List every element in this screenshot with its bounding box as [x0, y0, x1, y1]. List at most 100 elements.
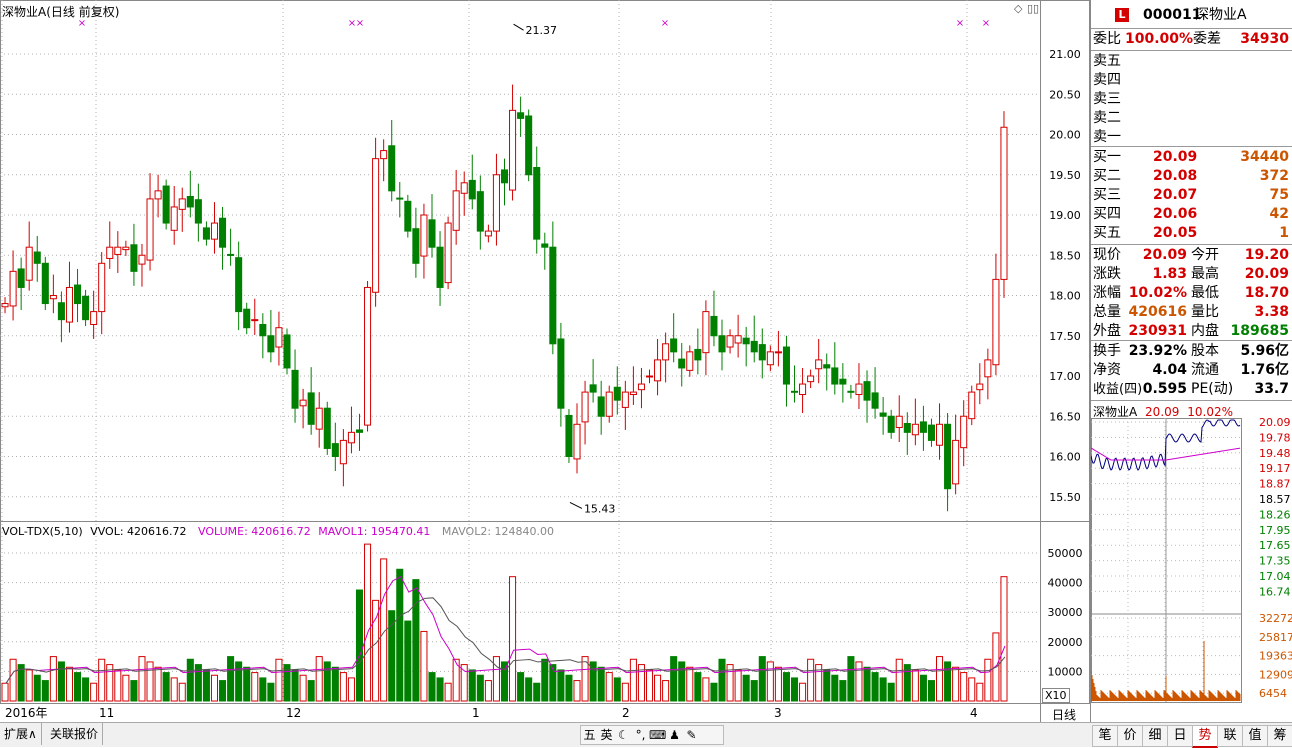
- buy-level-label: 买一: [1093, 149, 1121, 165]
- buy-level-label: 买三: [1093, 187, 1121, 203]
- stat-value: 20.09: [1142, 247, 1187, 263]
- price-tick-label: 17.00: [1049, 370, 1081, 383]
- ime-tool-icon[interactable]: ✎: [683, 726, 700, 744]
- finance-value: 33.7: [1254, 381, 1289, 397]
- event-marker-icon[interactable]: ×: [661, 18, 669, 29]
- volume-bar: [355, 589, 364, 702]
- sell-level-label: 卖五: [1093, 53, 1121, 69]
- candle-body: [468, 179, 476, 200]
- volume-bar: [82, 677, 90, 702]
- stat-value: 10.02%: [1128, 285, 1187, 301]
- buy-level-row[interactable]: 买二 20.08 372: [1091, 167, 1291, 186]
- volume-bar: [436, 677, 444, 702]
- volume-bar: [855, 661, 863, 702]
- ime-english-icon[interactable]: 英: [598, 726, 615, 744]
- candle-body: [887, 415, 895, 433]
- panel-tab-5[interactable]: 联: [1217, 725, 1243, 747]
- buy-level-row[interactable]: 买三 20.07 75: [1091, 186, 1291, 205]
- volume-bar: [396, 568, 404, 702]
- ime-moon-icon[interactable]: ☾: [615, 726, 632, 744]
- panel-tab-3[interactable]: 日: [1167, 725, 1193, 747]
- buy-level-volume: 372: [1259, 168, 1289, 184]
- sell-level-row[interactable]: 卖二: [1091, 109, 1291, 128]
- candle-body: [267, 335, 275, 353]
- level-badge-icon: L: [1115, 8, 1129, 22]
- pin-icon[interactable]: ◇: [1014, 2, 1022, 15]
- stat-label: 涨幅: [1093, 285, 1121, 301]
- stat-label: 现价: [1093, 247, 1121, 263]
- candle-body: [654, 359, 662, 382]
- panel-tab-2[interactable]: 细: [1142, 725, 1168, 747]
- related-quote-tab[interactable]: 关联报价: [46, 723, 104, 745]
- panel-tab-6[interactable]: 值: [1242, 725, 1268, 747]
- volume-bar: [911, 669, 919, 702]
- ime-wubi-icon[interactable]: 五: [581, 726, 598, 744]
- finance-value: 4.04: [1152, 362, 1187, 378]
- volume-bar: [565, 674, 573, 702]
- kline-chart-area[interactable]: 21.00 20.50 20.00 19.50 19.00 18.50 18.00 17.50…: [0, 0, 1090, 722]
- volume-bar: [364, 543, 372, 702]
- sell-level-row[interactable]: 卖三: [1091, 90, 1291, 109]
- panel-tab-0[interactable]: 笔: [1092, 725, 1118, 747]
- finance-value: 5.96亿: [1240, 343, 1289, 359]
- window-toggle-icon[interactable]: ▯▯: [1027, 2, 1039, 15]
- buy-level-price: 20.07: [1153, 187, 1198, 203]
- volume-bar: [984, 658, 992, 702]
- event-marker-icon[interactable]: ×: [356, 18, 364, 29]
- panel-tab-1[interactable]: 价: [1117, 725, 1143, 747]
- candle-body: [790, 390, 799, 393]
- candle-body: [968, 391, 976, 420]
- candle-body: [227, 253, 235, 256]
- ime-keyboard-icon[interactable]: ⌨: [649, 726, 666, 744]
- candle-body: [557, 338, 565, 409]
- panel-tab-7[interactable]: 筹: [1267, 725, 1292, 747]
- price-tick-label: 20.50: [1049, 88, 1081, 101]
- mini-price-tick: 17.95: [1259, 524, 1291, 537]
- buy-level-volume: 1: [1279, 225, 1289, 241]
- intraday-chart[interactable]: 20.09 19.78 19.48 19.17 18.87 18.57 18.26 17.95…: [1091, 418, 1292, 718]
- volume-bar: [114, 669, 122, 702]
- candle-body: [855, 383, 863, 396]
- volume-bar: [654, 674, 662, 702]
- volume-bar: [927, 680, 935, 702]
- high-price-label: 21.37: [526, 24, 558, 37]
- candle-body: [613, 386, 621, 401]
- period-label[interactable]: 日线: [1052, 706, 1076, 723]
- sell-level-row[interactable]: 卖五: [1091, 52, 1291, 71]
- event-marker-icon[interactable]: ×: [982, 18, 990, 29]
- ime-user-icon[interactable]: ♟: [666, 726, 683, 744]
- candle-body: [541, 243, 549, 248]
- volume-bar: [766, 661, 774, 702]
- candle-body: [291, 369, 299, 409]
- volume-bar: [589, 661, 597, 702]
- candle-body: [194, 199, 202, 224]
- candle-body: [372, 158, 380, 293]
- buy-level-row[interactable]: 买五 20.05 1: [1091, 224, 1291, 243]
- event-marker-icon[interactable]: ×: [956, 18, 964, 29]
- sell-level-row[interactable]: 卖四: [1091, 71, 1291, 90]
- panel-tab-4[interactable]: 势: [1192, 725, 1218, 748]
- stat-row: 外盘 230931 内盘 189685: [1091, 322, 1291, 341]
- kline-chart[interactable]: 21.00 20.50 20.00 19.50 19.00 18.50 18.00 17.50…: [0, 0, 1090, 722]
- volume-bar: [645, 669, 654, 702]
- ime-toolbar[interactable]: 五英 ☾ °, ⌨ ♟ ✎: [580, 725, 724, 745]
- ime-punct-icon[interactable]: °,: [632, 726, 649, 744]
- volume-legend: VOL-TDX(5,10) VVOL: 420616.72 VOLUME: 42…: [2, 525, 554, 538]
- candle-body: [895, 415, 903, 429]
- volume-bar: [750, 680, 758, 702]
- candle-body: [839, 378, 847, 385]
- volume-bar: [138, 656, 146, 702]
- price-tick-label: 18.50: [1049, 249, 1081, 262]
- volume-bar: [541, 658, 549, 702]
- expand-tab[interactable]: 扩展∧: [0, 723, 42, 745]
- candle-body: [243, 308, 251, 329]
- candle-body: [815, 359, 823, 370]
- sell-level-row[interactable]: 卖一: [1091, 128, 1291, 147]
- buy-level-row[interactable]: 买一 20.09 34440: [1091, 148, 1291, 167]
- candle-body: [323, 407, 331, 449]
- candle-body: [404, 200, 412, 232]
- candle-body: [992, 278, 1000, 366]
- buy-level-row[interactable]: 买四 20.06 42: [1091, 205, 1291, 224]
- stat-row: 总量 420616 量比 3.38: [1091, 303, 1291, 322]
- volume-bar: [807, 658, 815, 702]
